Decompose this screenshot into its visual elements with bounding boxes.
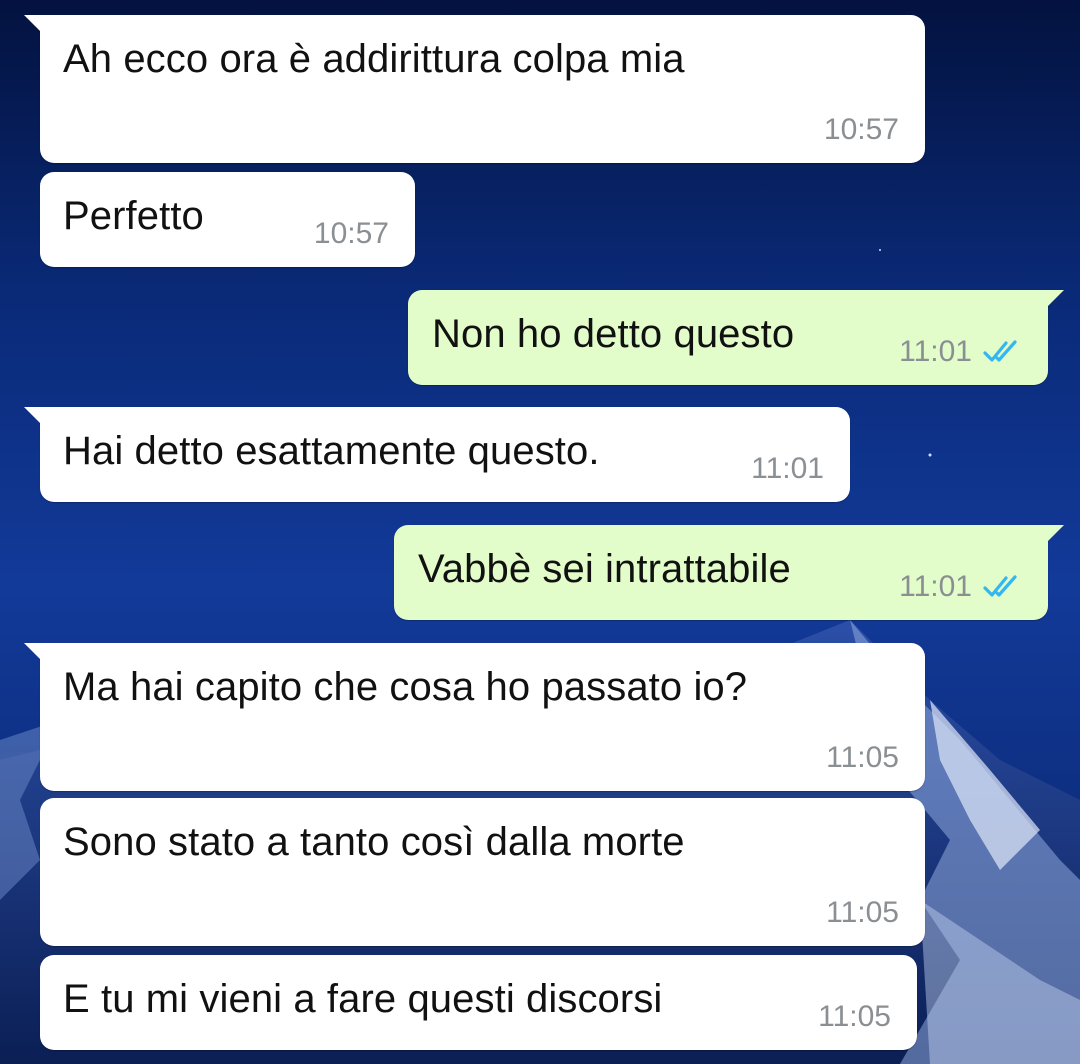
double-check-read-icon [983, 340, 1017, 362]
message-bubble-incoming[interactable]: Hai detto esattamente questo. 11:01 [24, 407, 850, 502]
message-meta: 10:57 [314, 219, 389, 249]
message-text: Perfetto [63, 194, 204, 238]
message-meta: 11:05 [826, 898, 899, 928]
message-time: 11:05 [826, 741, 899, 774]
message-bubble-incoming[interactable]: Ah ecco ora è addirittura colpa mia 10:5… [24, 15, 925, 163]
message-bubble-incoming[interactable]: E tu mi vieni a fare questi discorsi 11:… [40, 955, 917, 1050]
message-meta: 11:01 [751, 454, 824, 484]
message-time: 10:57 [313, 217, 389, 250]
message-time: 11:01 [751, 452, 824, 485]
message-meta: 11:05 [818, 1002, 891, 1032]
double-check-read-icon [983, 575, 1017, 597]
message-bubble-incoming[interactable]: Sono stato a tanto così dalla morte 11:0… [40, 798, 925, 946]
message-text: Ma hai capito che cosa ho passato io? [63, 665, 748, 709]
message-time: 11:01 [899, 570, 972, 603]
message-bubble-outgoing[interactable]: Non ho detto questo 11:01 [408, 290, 1064, 385]
message-time: 11:05 [826, 896, 899, 929]
message-bubble-incoming[interactable]: Ma hai capito che cosa ho passato io? 11… [24, 643, 925, 791]
message-time: 11:05 [818, 1000, 891, 1033]
message-time: 10:57 [823, 113, 899, 146]
message-meta: 11:01 [899, 337, 1022, 367]
message-bubble-outgoing[interactable]: Vabbè sei intrattabile 11:01 [394, 525, 1064, 620]
message-time: 11:01 [899, 335, 972, 368]
message-text: Hai detto esattamente questo. [63, 429, 600, 473]
message-bubble-incoming[interactable]: Perfetto 10:57 [40, 172, 415, 267]
message-text: Ah ecco ora è addirittura colpa mia [63, 37, 685, 81]
message-meta: 10:57 [824, 115, 899, 145]
message-text: Sono stato a tanto così dalla morte [63, 820, 685, 864]
message-meta: 11:05 [826, 743, 899, 773]
message-text: Vabbè sei intrattabile [418, 547, 791, 591]
message-meta: 11:01 [899, 572, 1022, 602]
message-text: Non ho detto questo [432, 312, 795, 356]
message-text: E tu mi vieni a fare questi discorsi [63, 977, 663, 1021]
